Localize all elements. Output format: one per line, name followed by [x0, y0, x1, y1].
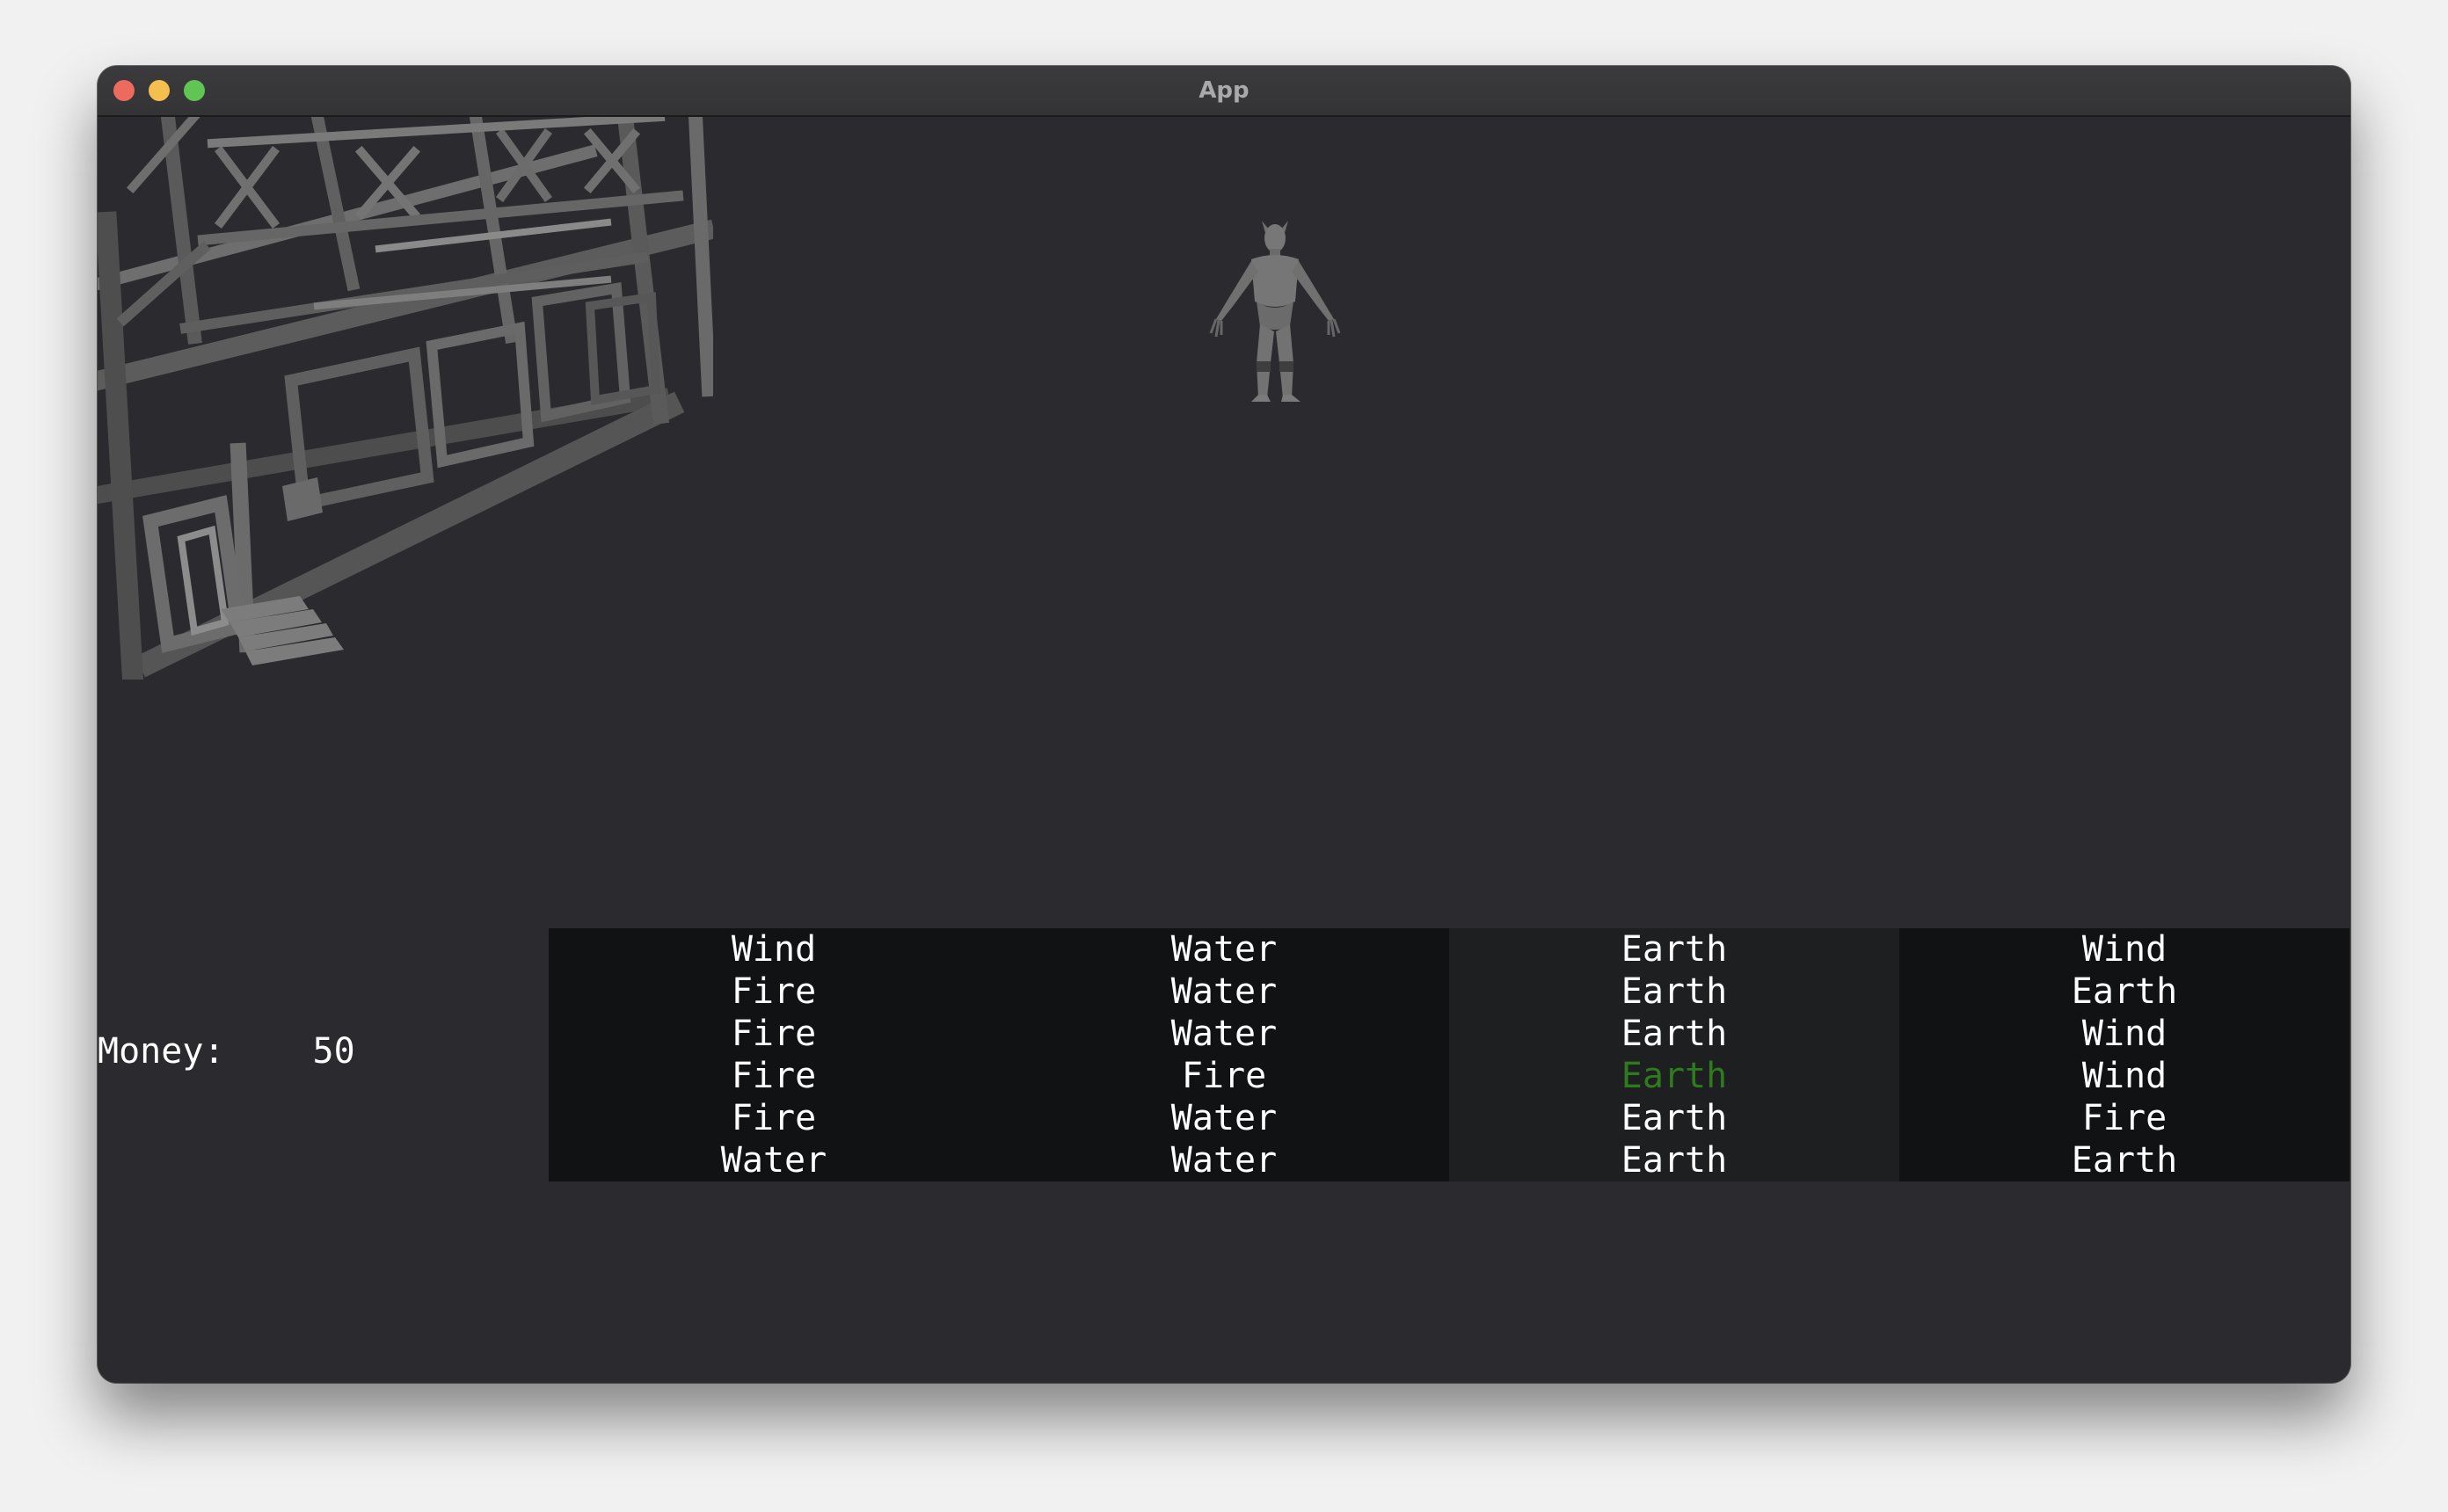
reel-symbol: Earth [1621, 1098, 1728, 1138]
reel-symbol: Water [1170, 1098, 1278, 1138]
reel-symbol: Earth [1621, 1140, 1728, 1181]
reel-symbol: Fire [1181, 1056, 1267, 1096]
humanoid-character[interactable] [1197, 214, 1355, 416]
reel-symbol: Wind [731, 929, 817, 970]
reel-symbol: Wind [2081, 1056, 2168, 1096]
reel-symbol: Earth [1621, 971, 1728, 1012]
slot-reels: Wind Fire Fire Fire Fire Water Water Wat… [549, 928, 2350, 1181]
reel-2[interactable]: Water Water Water Fire Water Water [999, 928, 1449, 1181]
reel-symbol: Water [1170, 971, 1278, 1012]
reel-3[interactable]: Earth Earth Earth Earth Earth Earth [1449, 928, 1899, 1181]
title-bar[interactable]: App [98, 66, 2350, 117]
reel-symbol: Fire [2081, 1098, 2168, 1138]
reel-symbol: Fire [731, 971, 817, 1012]
reel-symbol: Water [720, 1140, 827, 1181]
scaffold-structure [98, 117, 713, 680]
reel-symbol: Water [1170, 1014, 1278, 1054]
reel-symbol: Wind [2081, 929, 2168, 970]
reel-1[interactable]: Wind Fire Fire Fire Fire Water [549, 928, 999, 1181]
money-label: Money: [98, 1031, 225, 1072]
reel-symbol: Fire [731, 1056, 817, 1096]
reel-symbol: Wind [2081, 1014, 2168, 1054]
reel-symbol: Fire [731, 1098, 817, 1138]
reel-symbol: Earth [1621, 929, 1728, 970]
app-window: App Money: 50 Wind Fire Fire Fire Fire W… [98, 66, 2350, 1383]
reel-symbol: Water [1170, 929, 1278, 970]
reel-symbol: Earth [2071, 1140, 2178, 1181]
reel-symbol: Earth [2071, 971, 2178, 1012]
window-title: App [1198, 77, 1250, 104]
reel-symbol-highlighted: Earth [1621, 1056, 1728, 1096]
money-value: 50 [312, 1031, 355, 1072]
game-viewport[interactable]: Money: 50 Wind Fire Fire Fire Fire Water … [98, 117, 2350, 1383]
reel-4[interactable]: Wind Earth Wind Wind Fire Earth [1899, 928, 2350, 1181]
reel-symbol: Fire [731, 1014, 817, 1054]
reel-symbol: Earth [1621, 1014, 1728, 1054]
money-display: Money: 50 [98, 1031, 355, 1072]
reel-symbol: Water [1170, 1140, 1278, 1181]
